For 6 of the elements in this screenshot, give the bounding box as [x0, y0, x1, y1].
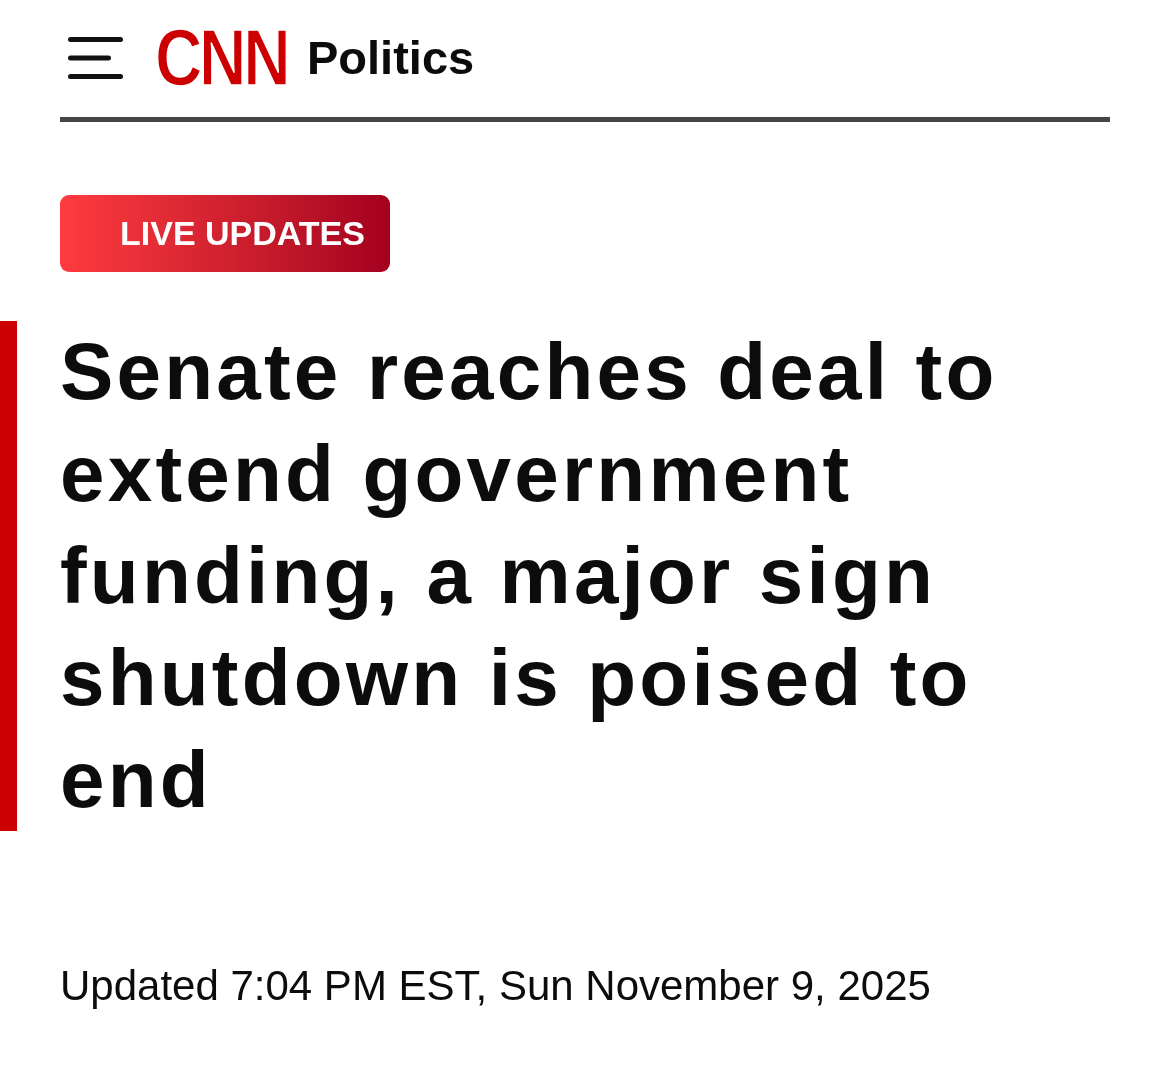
live-badge: LIVE UPDATES: [60, 195, 390, 272]
logo[interactable]: CNN: [155, 27, 288, 89]
section-title: Politics: [307, 30, 475, 86]
headline: Senate reaches deal to extend government funding, a major sign shutdown is poised to end: [60, 326, 999, 826]
timestamp: Updated 7:04 PM EST, Sun November 9, 2025: [60, 961, 931, 1011]
menu-icon[interactable]: [68, 37, 123, 79]
